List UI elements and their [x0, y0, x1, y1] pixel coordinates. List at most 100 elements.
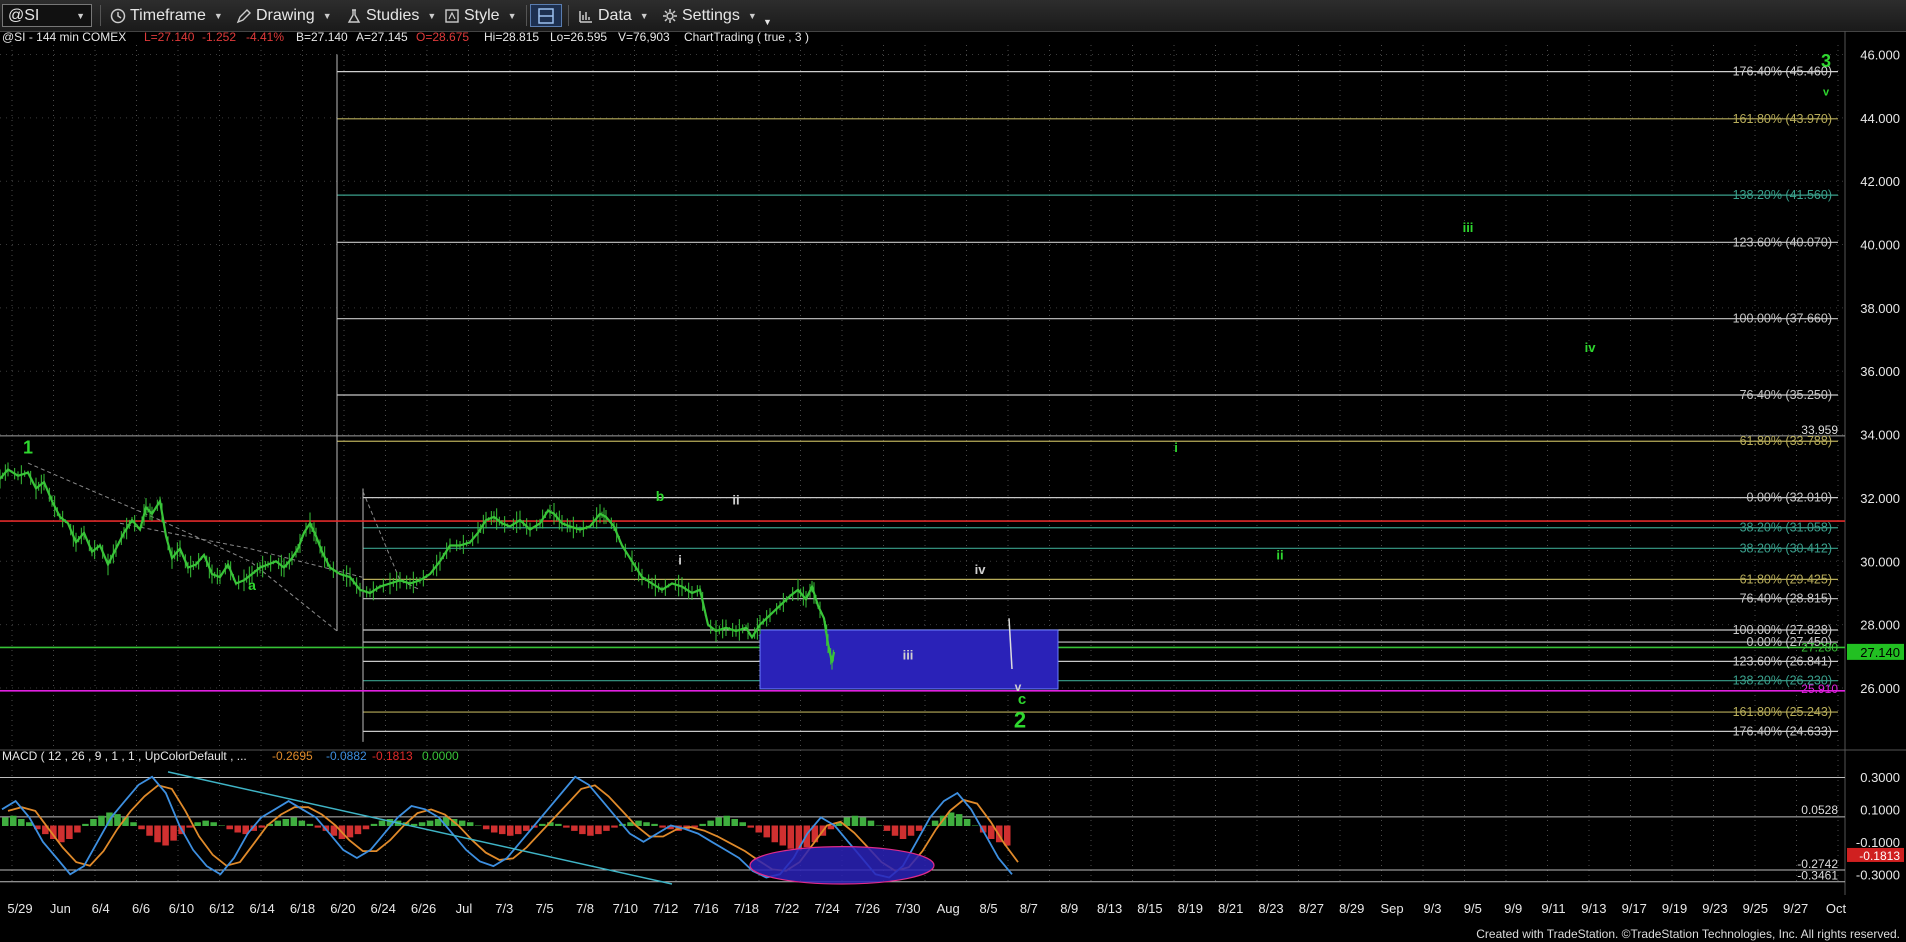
drawing-label: Drawing — [256, 6, 315, 24]
fib-level-label: 176.40% (24.633) — [1733, 724, 1832, 738]
macd-histogram-bar — [723, 815, 730, 826]
time-axis-label: 8/7 — [1020, 901, 1038, 916]
level-label: 27.280 — [1801, 640, 1838, 654]
fib-level-label: 38.20% (30.412) — [1740, 541, 1832, 555]
style-menu[interactable]: Style ▼ — [444, 4, 517, 27]
wave-label: ii — [732, 492, 739, 507]
layout-button[interactable] — [530, 4, 562, 27]
fib-level-label: 100.00% (37.660) — [1733, 312, 1832, 326]
macd-histogram-bar — [875, 825, 883, 826]
symbol-value: @SI — [8, 6, 40, 24]
macd-histogram-bar — [162, 825, 169, 846]
macd-histogram-bar — [651, 823, 658, 826]
price-axis-tick: 42.000 — [1860, 174, 1900, 189]
time-axis-label: 9/23 — [1702, 901, 1727, 916]
macd-histogram-bar — [955, 814, 963, 826]
time-axis-label: 8/21 — [1218, 901, 1243, 916]
macd-histogram-bar — [539, 823, 546, 826]
macd-histogram-bar — [10, 815, 17, 826]
drawing-menu[interactable]: Drawing ▼ — [236, 4, 332, 27]
macd-histogram-bar — [282, 819, 290, 826]
time-axis-label: 8/23 — [1258, 901, 1283, 916]
price-chart[interactable]: 1ab iiiiiiivvc2iiiiiiiv3v 176.40% (45.460… — [0, 31, 1906, 924]
studies-menu[interactable]: Studies ▼ — [346, 4, 436, 27]
macd-histogram-bar — [523, 825, 530, 831]
macd-histogram-bar — [891, 825, 899, 836]
style-icon — [445, 8, 459, 23]
macd-histogram-bar — [466, 822, 474, 826]
trend-line-dashed — [119, 522, 363, 578]
macd-histogram-bar — [378, 820, 386, 826]
layout-icon — [538, 7, 554, 24]
time-axis-label: 9/17 — [1622, 901, 1647, 916]
time-axis-label: 9/25 — [1743, 901, 1768, 916]
time-axis: 5/29 Jun 6/4 6/6 6/10 6/12 6/14 6/18 6/20 6/24 6/2… — [0, 895, 1906, 924]
studies-label: Studies — [366, 6, 420, 24]
macd-histogram-bar — [194, 822, 201, 826]
macd-histogram-bar — [971, 825, 979, 826]
header-bid: B=27.140 — [296, 31, 348, 44]
time-axis-label: 9/27 — [1783, 901, 1808, 916]
wave-label: iii — [1463, 220, 1474, 235]
macd-value-3: -0.1813 — [372, 749, 413, 763]
fib-level-label: 0.00% (32.010) — [1747, 491, 1832, 505]
macd-histogram-bar — [763, 825, 771, 838]
macd-level-label: 0.0528 — [1801, 803, 1838, 817]
settings-menu[interactable]: Settings ▼ — [662, 4, 757, 27]
time-axis-label: 6/12 — [209, 901, 234, 916]
macd-histogram-bar — [747, 825, 754, 828]
macd-value-marker-label: -0.1813 — [1859, 849, 1900, 863]
time-axis-label: 6/18 — [290, 901, 315, 916]
macd-histogram-bar — [787, 825, 795, 849]
macd-panel: 0.3000 0.1000 -0.1000 -0.3000 0.0528 -0.1813 -… — [0, 770, 1904, 885]
macd-histogram-bar — [418, 822, 426, 826]
time-axis-label: 7/22 — [774, 901, 799, 916]
macd-histogram-bar — [507, 825, 514, 836]
time-axis-label: 7/24 — [814, 901, 839, 916]
macd-histogram-bar — [202, 820, 209, 826]
macd-histogram-bar — [563, 825, 570, 828]
data-label: Data — [598, 6, 632, 24]
macd-histogram-bar — [963, 819, 971, 826]
macd-histogram-bar — [915, 825, 923, 831]
fib-level-label: 138.20% (41.560) — [1733, 188, 1832, 202]
time-axis-label: 7/30 — [895, 901, 920, 916]
macd-histogram-bar — [739, 822, 746, 826]
macd-axis-tick: 0.3000 — [1860, 770, 1900, 785]
macd-histogram-bar — [867, 820, 875, 826]
header-study: ChartTrading ( true , 3 ) — [684, 31, 809, 44]
macd-histogram-bar — [458, 820, 466, 826]
macd-histogram-bar — [114, 814, 121, 826]
time-axis-label: 7/18 — [734, 901, 759, 916]
symbol-input[interactable]: @SI ▼ — [2, 4, 92, 27]
price-axis-tick: 26.000 — [1860, 681, 1900, 696]
data-menu[interactable]: Data ▼ — [578, 4, 649, 27]
macd-histogram-bar — [362, 825, 370, 830]
macd-histogram-bar — [859, 817, 867, 826]
price-axis-tick: 28.000 — [1860, 618, 1900, 633]
time-axis-label: 9/3 — [1423, 901, 1441, 916]
timeframe-menu[interactable]: Timeframe ▼ — [110, 4, 223, 27]
fib-level-label: 176.40% (45.460) — [1733, 65, 1832, 79]
macd-histogram-bar — [370, 823, 378, 826]
fib-level-label: 38.20% (31.058) — [1740, 521, 1832, 535]
macd-histogram-bar — [146, 825, 153, 836]
toolbar-separator — [100, 5, 101, 26]
macd-histogram-bar — [18, 819, 25, 826]
macd-histogram-bar — [98, 815, 105, 826]
clock-icon — [110, 8, 126, 23]
wave-label: i — [678, 552, 682, 567]
wave-label: iv — [975, 562, 987, 577]
macd-histogram-bar — [490, 825, 498, 833]
time-axis-label: 9/11 — [1541, 901, 1565, 916]
macd-histogram-bar — [699, 823, 706, 826]
macd-histogram-bar — [274, 820, 282, 826]
overflow-chevron-icon[interactable]: ▼ — [763, 10, 772, 33]
macd-histogram-bar — [851, 815, 859, 826]
footer-copyright: Created with TradeStation. ©TradeStation… — [1476, 927, 1900, 941]
macd-histogram-bar — [226, 825, 233, 830]
wave-label: 2 — [1014, 708, 1026, 733]
macd-label: MACD ( 12 , 26 , 9 , 1 , 1 , UpColorDefa… — [2, 749, 247, 763]
time-axis-label: 6/26 — [411, 901, 436, 916]
last-price-label: 27.140 — [1860, 645, 1900, 660]
